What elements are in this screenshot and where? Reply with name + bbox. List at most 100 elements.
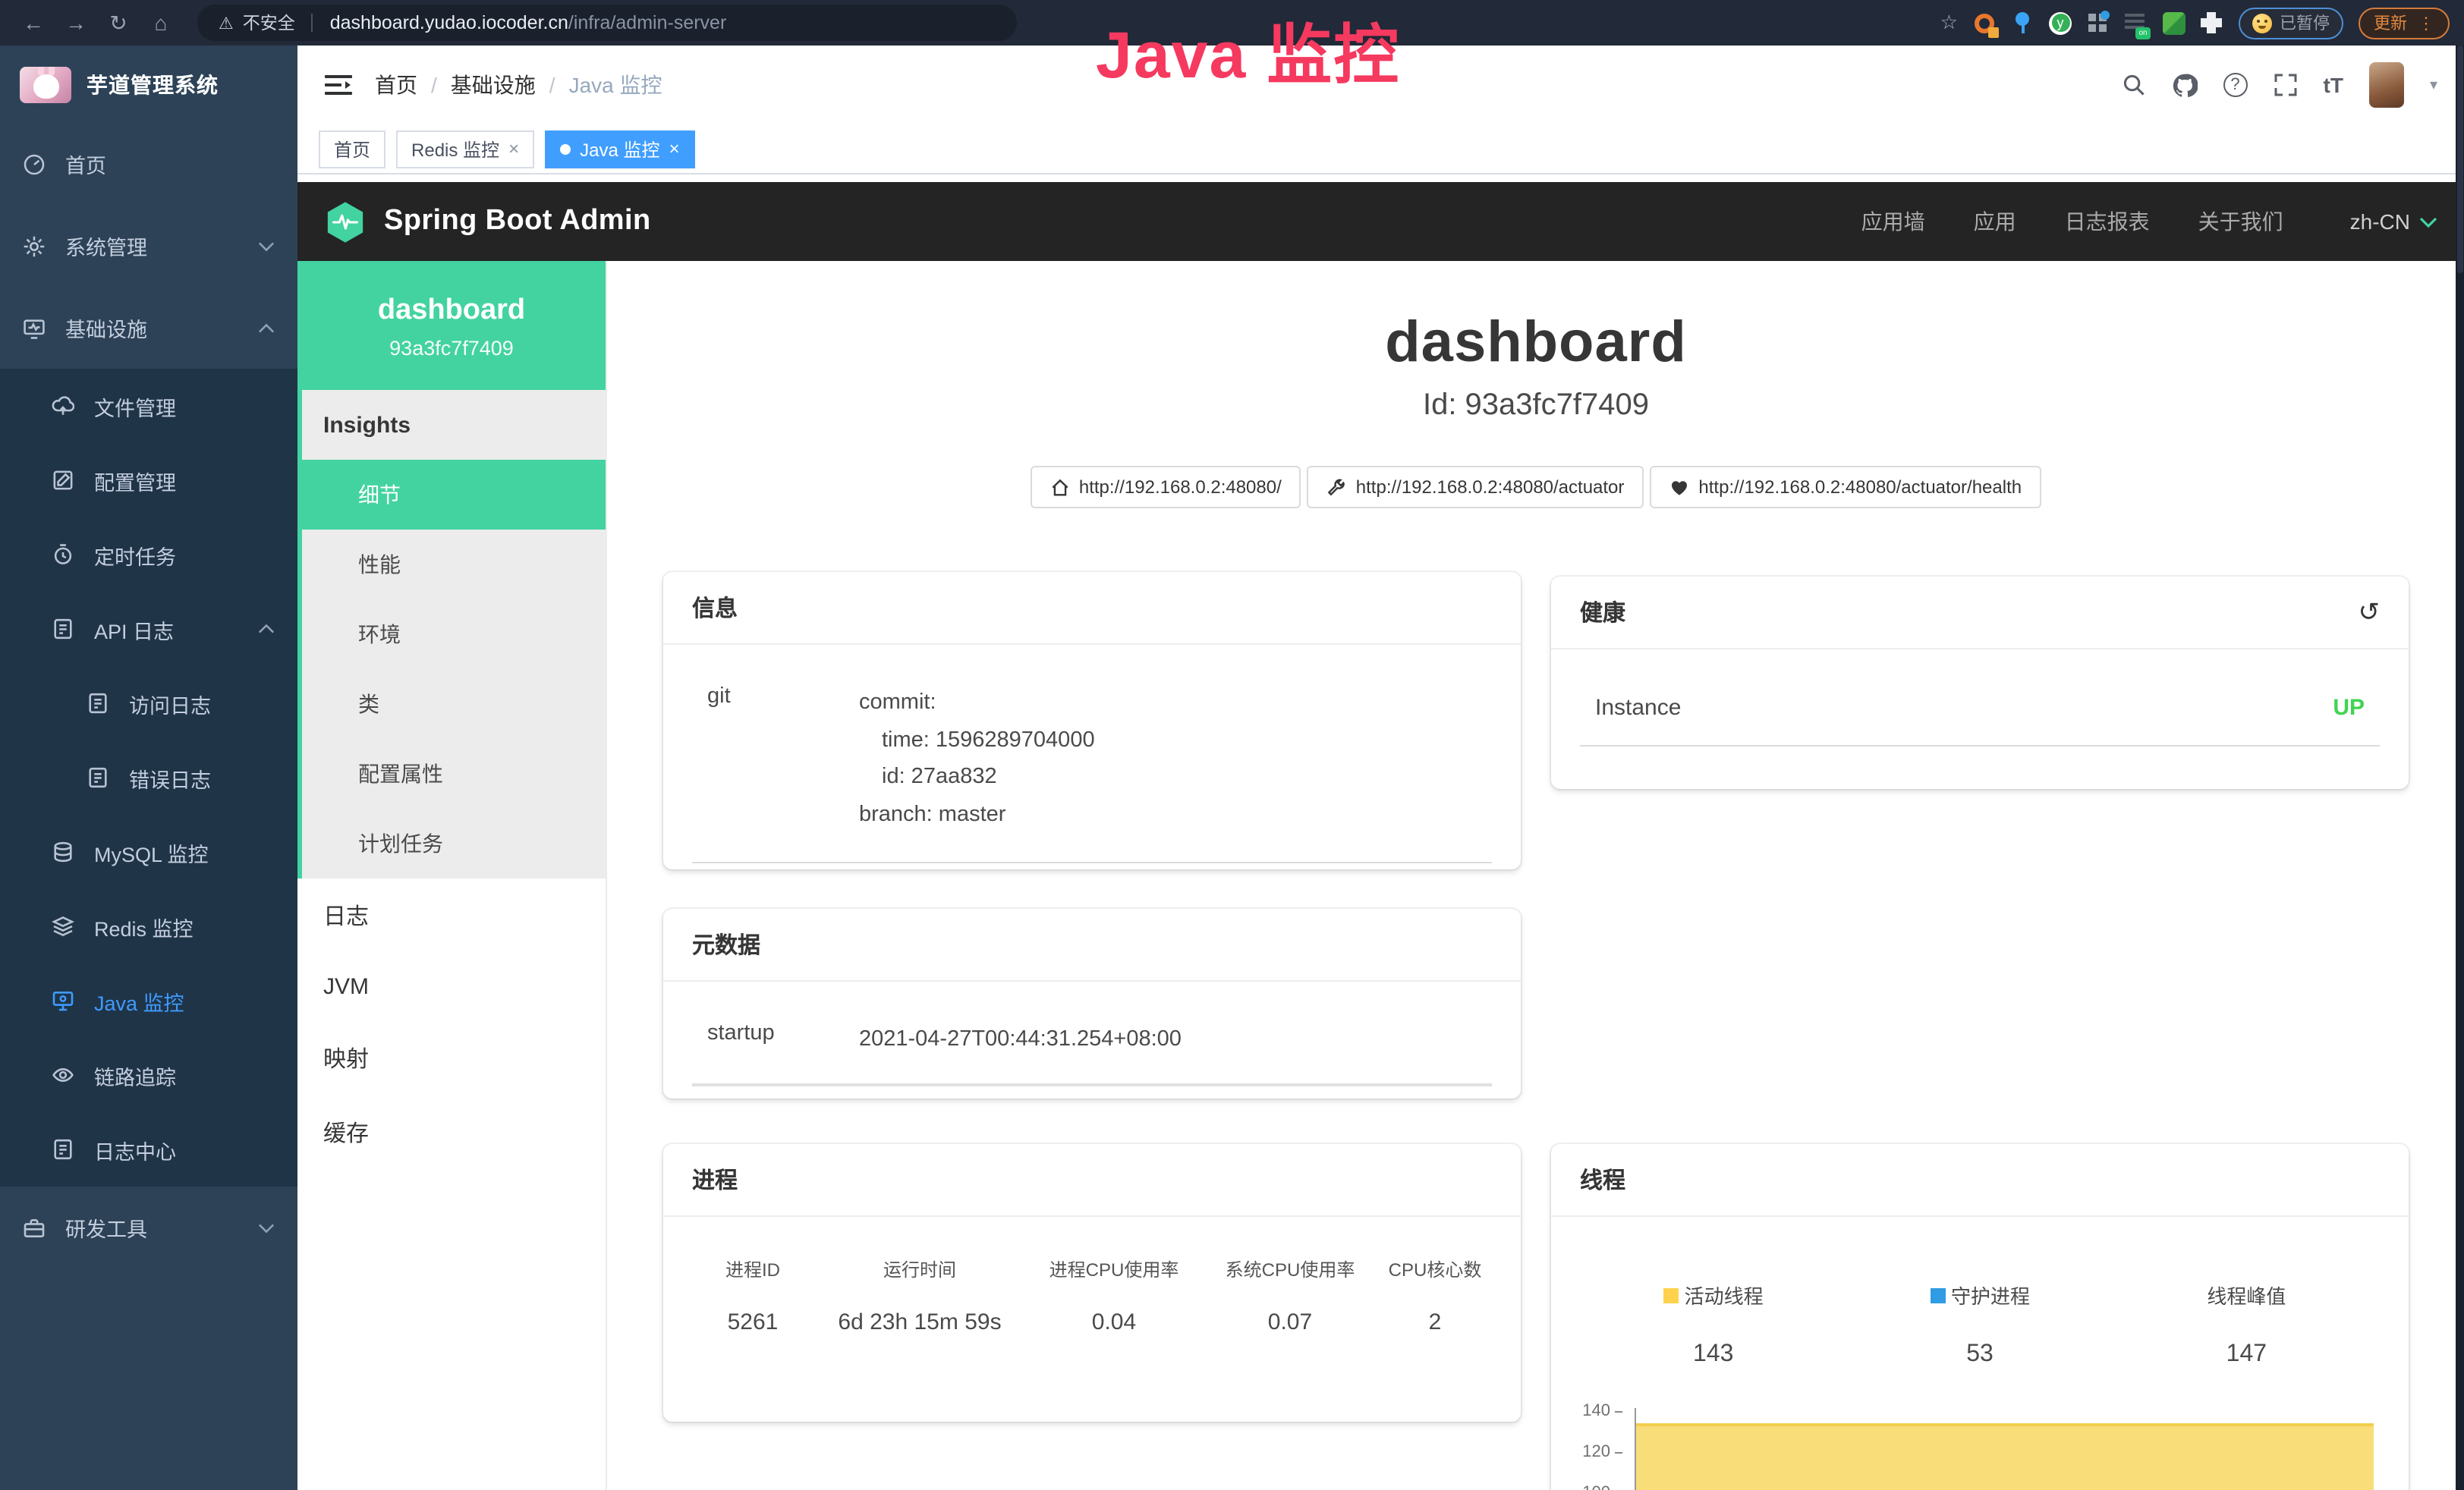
browser-toolbar-right: 已暂停 更新 [1940, 7, 2450, 39]
search-icon[interactable] [2122, 73, 2146, 97]
page-url: dashboard.yudao.iocoder.cn/infra/admin-s… [330, 9, 727, 36]
browser-back-icon[interactable] [15, 11, 52, 35]
address-bar[interactable]: 不安全 dashboard.yudao.iocoder.cn/infra/adm… [197, 5, 1017, 41]
info-key: git [707, 684, 859, 834]
locale-select[interactable]: zh-CN [2350, 209, 2437, 234]
sidebar-item-mysql-monitor[interactable]: MySQL 监控 [0, 815, 297, 889]
sidebar-item-config-manage[interactable]: 配置管理 [0, 443, 297, 517]
metadata-card: 元数据 startup 2021-04-27T00:44:31.254+08:0… [663, 909, 1521, 1099]
y-axis-tick: 140 [1582, 1402, 1622, 1420]
fullscreen-icon[interactable] [2274, 73, 2298, 97]
user-avatar[interactable] [2369, 62, 2404, 108]
extension-icon[interactable] [1973, 11, 1996, 34]
browser-home-icon[interactable] [143, 11, 179, 35]
breadcrumb-item[interactable]: 首页 [375, 70, 417, 100]
sidebar-item-label: 错误日志 [129, 762, 211, 793]
instance-sidebar-item[interactable]: 环境 [302, 599, 606, 669]
process-column: 系统CPU使用率0.07 [1202, 1256, 1378, 1335]
legend-item: 守护进程53 [1846, 1281, 2113, 1369]
process-column: 运行时间6d 23h 15m 59s [813, 1256, 1026, 1335]
sba-nav-item[interactable]: 日志报表 [2065, 206, 2150, 237]
chevron-up-icon [258, 322, 275, 333]
tab-close-icon[interactable] [508, 138, 519, 159]
instance-link-wrench[interactable]: http://192.168.0.2:48080/actuator [1308, 466, 1644, 508]
instance-id-subtitle: Id: 93a3fc7f7409 [607, 388, 2464, 423]
metadata-key: startup [707, 1021, 859, 1058]
breadcrumb-item[interactable]: 基础设施 [451, 70, 536, 100]
browser-update-button[interactable]: 更新 [2359, 7, 2450, 39]
process-column-header: 进程CPU使用率 [1026, 1256, 1202, 1282]
instance-sidebar: dashboard 93a3fc7f7409 Insights 细节性能环境类配… [297, 261, 607, 1490]
tab-close-icon[interactable] [669, 138, 679, 159]
extension-icon[interactable] [2163, 11, 2186, 34]
health-instance-row[interactable]: Instance UP [1580, 683, 2380, 747]
instance-sidebar-item[interactable]: 缓存 [297, 1095, 606, 1170]
sidebar-item-label: 基础设施 [65, 313, 147, 343]
extensions-puzzle-icon[interactable] [2201, 11, 2223, 34]
hamburger-icon[interactable] [325, 74, 352, 96]
instance-link-health-heart[interactable]: http://192.168.0.2:48080/actuator/health [1650, 466, 2041, 508]
infrastructure-icon [23, 316, 46, 339]
instance-header[interactable]: dashboard 93a3fc7f7409 [297, 261, 606, 390]
help-icon[interactable] [2223, 73, 2248, 97]
sidebar-item-error-log[interactable]: 错误日志 [0, 740, 297, 815]
user-menu-caret-icon[interactable] [2430, 77, 2437, 93]
sidebar-item-gear[interactable]: 系统管理 [0, 205, 297, 287]
font-size-icon[interactable] [2324, 73, 2343, 97]
sba-brand[interactable]: Spring Boot Admin [384, 205, 651, 238]
tab-首页[interactable]: 首页 [319, 130, 385, 168]
instance-sidebar-item[interactable]: JVM [297, 953, 606, 1021]
browser-menu-icon[interactable] [2418, 13, 2434, 33]
scrollbar[interactable] [2456, 46, 2464, 1490]
browser-forward-icon[interactable] [58, 11, 94, 35]
sba-nav-item[interactable]: 关于我们 [2198, 206, 2283, 237]
sidebar-item-api-log[interactable]: API 日志 [0, 592, 297, 666]
profile-paused-badge[interactable]: 已暂停 [2239, 7, 2343, 39]
app-sidebar: 芋道管理系统 首页系统管理基础设施文件管理配置管理定时任务API 日志访问日志错… [0, 46, 297, 1490]
active-threads-area [1636, 1423, 2374, 1490]
tab-label: 首页 [334, 136, 370, 162]
sidebar-item-java-monitor[interactable]: Java 监控 [0, 963, 297, 1038]
instance-link-url: http://192.168.0.2:48080/ [1079, 476, 1282, 498]
insights-section-label: Insights [302, 390, 606, 460]
sidebar-item-infrastructure[interactable]: 基础设施 [0, 287, 297, 369]
instance-sidebar-item[interactable]: 性能 [302, 530, 606, 599]
sba-nav-item[interactable]: 应用墙 [1861, 206, 1925, 237]
sidebar-item-scheduled-job[interactable]: 定时任务 [0, 517, 297, 592]
active-tab-dot [560, 143, 571, 154]
instance-link-url: http://192.168.0.2:48080/actuator/health [1698, 476, 2022, 498]
instance-link-home-link[interactable]: http://192.168.0.2:48080/ [1031, 466, 1301, 508]
threads-legend: 活动线程143守护进程53线程峰值147 [1580, 1281, 2380, 1369]
instance-sidebar-item[interactable]: 映射 [297, 1021, 606, 1095]
extension-icon[interactable] [2125, 11, 2148, 34]
sidebar-item-file-manage[interactable]: 文件管理 [0, 369, 297, 443]
health-card: 健康 Instance UP [1551, 577, 2409, 789]
screen: 不安全 dashboard.yudao.iocoder.cn/infra/adm… [0, 0, 2464, 1490]
extension-icon[interactable] [2087, 11, 2110, 34]
sidebar-item-trace[interactable]: 链路追踪 [0, 1038, 297, 1112]
sidebar-item-home[interactable]: 首页 [0, 123, 297, 205]
github-icon[interactable] [2172, 72, 2198, 98]
instance-sidebar-item[interactable]: 细节 [302, 460, 606, 530]
sidebar-item-log-center[interactable]: 日志中心 [0, 1112, 297, 1187]
sidebar-item-dev-tools[interactable]: 研发工具 [0, 1187, 297, 1268]
access-log-icon [87, 692, 109, 715]
instance-sidebar-item[interactable]: 计划任务 [302, 809, 606, 879]
extension-icon[interactable] [2049, 11, 2072, 34]
tab-java-监控[interactable]: Java 监控 [545, 130, 694, 168]
tab-redis-监控[interactable]: Redis 监控 [396, 130, 534, 168]
sba-nav-item[interactable]: 应用 [1974, 206, 2016, 237]
tab-bar: 首页 Redis 监控 Java 监控 [297, 124, 2464, 174]
history-icon[interactable] [2359, 597, 2381, 627]
sidebar-item-label: 首页 [65, 149, 106, 179]
instance-sidebar-item[interactable]: 类 [302, 669, 606, 739]
instance-sidebar-item[interactable]: 配置属性 [302, 739, 606, 809]
info-card-title: 信息 [663, 572, 1521, 645]
sidebar-item-redis-monitor[interactable]: Redis 监控 [0, 889, 297, 963]
instance-sidebar-item[interactable]: 日志 [297, 879, 606, 953]
file-manage-icon [52, 395, 74, 417]
extension-icon[interactable] [2011, 11, 2034, 34]
bookmark-star-icon[interactable] [1940, 11, 1958, 35]
browser-reload-icon[interactable] [100, 10, 137, 36]
sidebar-item-access-log[interactable]: 访问日志 [0, 666, 297, 740]
